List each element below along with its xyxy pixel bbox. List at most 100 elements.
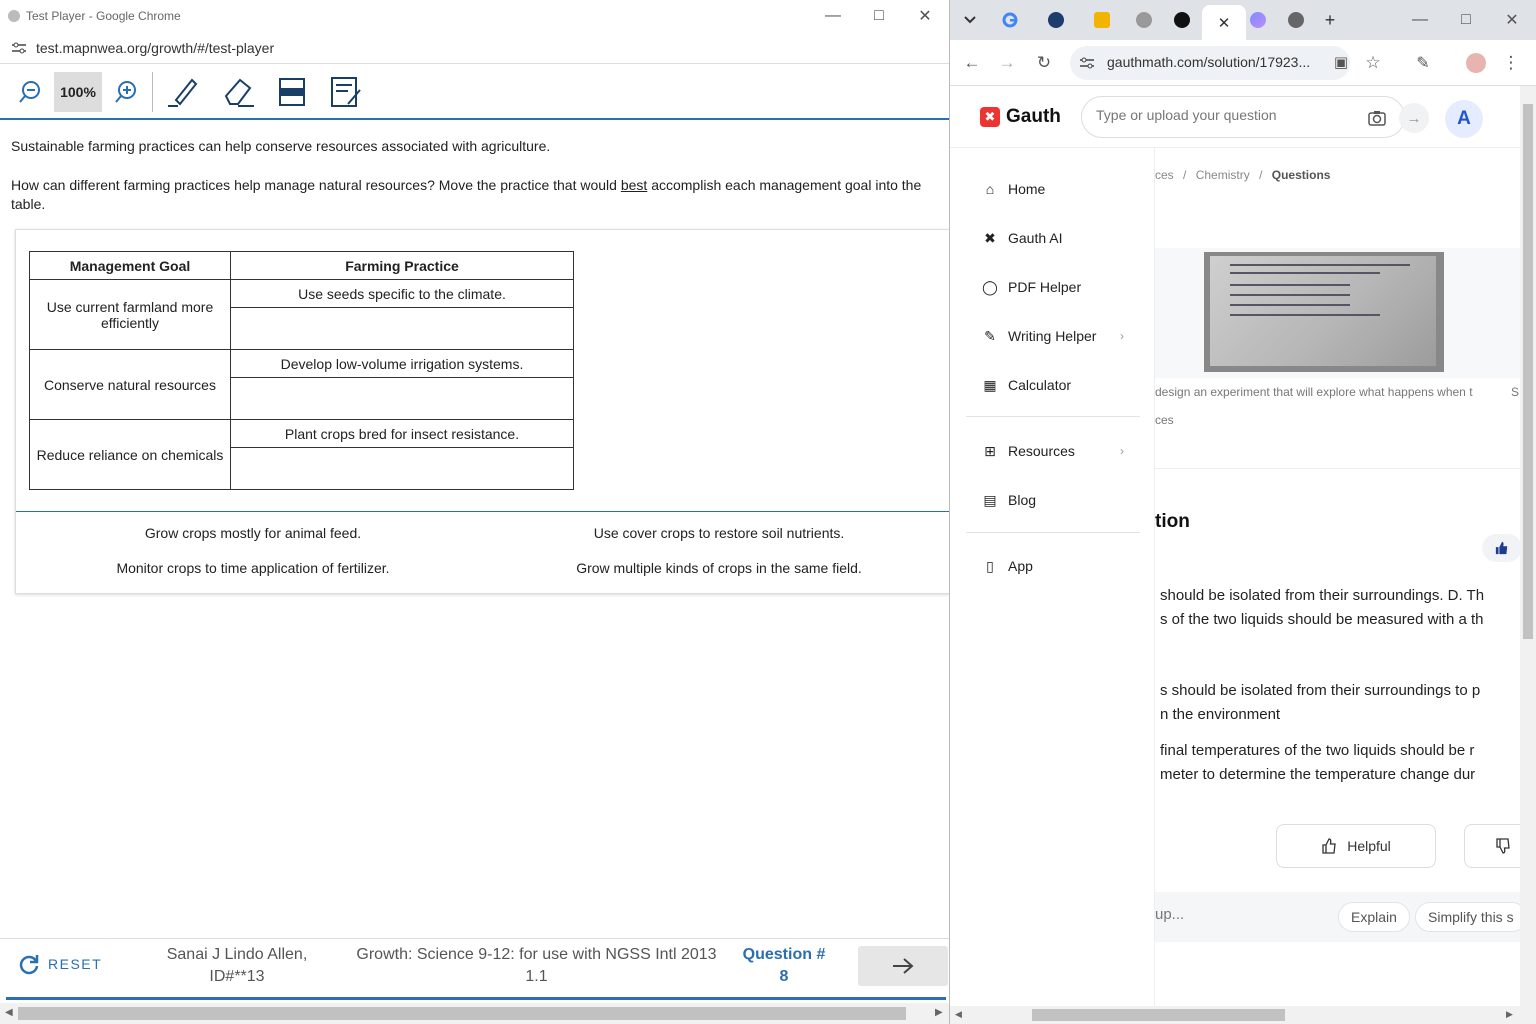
photo-line bbox=[1230, 314, 1380, 316]
question-search[interactable]: → bbox=[1081, 96, 1429, 138]
google-tab-icon[interactable] bbox=[990, 8, 1030, 32]
goal-cell: Use current farmland more efficiently bbox=[29, 279, 231, 350]
extensions-icon[interactable]: ✎ bbox=[1412, 53, 1434, 73]
ai-tab-icon[interactable] bbox=[1162, 8, 1202, 32]
practice-cell[interactable]: Develop low-volume irrigation systems. bbox=[230, 349, 574, 378]
globe-tab-icon[interactable] bbox=[1124, 8, 1164, 32]
practice-cell[interactable]: Plant crops bred for insect resistance. bbox=[230, 419, 574, 448]
notepad-icon[interactable] bbox=[328, 72, 364, 112]
sidebar-item-resources[interactable]: ⊞ Resources › bbox=[982, 442, 1124, 460]
classroom-tab-icon[interactable] bbox=[1082, 8, 1122, 32]
highlighter-icon[interactable] bbox=[164, 72, 202, 112]
search-input[interactable] bbox=[1096, 107, 1336, 123]
breadcrumb-item[interactable]: ces bbox=[1155, 168, 1174, 182]
breadcrumb-item-chemistry[interactable]: Chemistry bbox=[1196, 168, 1250, 182]
gauth-browser-window: ✕ + — □ ✕ ← → ↻ gauthmath.com/solution/1… bbox=[950, 0, 1536, 1024]
horizontal-scrollbar[interactable]: ◀ ▶ bbox=[0, 1003, 949, 1024]
helpful-button[interactable]: Helpful bbox=[1276, 824, 1436, 868]
site-settings-icon[interactable] bbox=[12, 42, 26, 54]
reload-icon[interactable]: ↻ bbox=[1033, 53, 1055, 73]
close-button[interactable]: ✕ bbox=[902, 0, 948, 32]
simplify-chip[interactable]: Simplify this s bbox=[1415, 902, 1520, 932]
forward-icon[interactable]: → bbox=[996, 53, 1018, 73]
url-text: gauthmath.com/solution/17923... bbox=[1107, 54, 1311, 70]
bookmark-star-icon[interactable]: ☆ bbox=[1362, 53, 1384, 73]
url-bar[interactable]: gauthmath.com/solution/17923... bbox=[1070, 46, 1350, 80]
goal-cell: Conserve natural resources bbox=[29, 349, 231, 420]
grid-icon: ⊞ bbox=[984, 442, 996, 459]
minimize-button[interactable]: — bbox=[810, 0, 856, 32]
sidebar-item-calculator[interactable]: ▦ Calculator bbox=[982, 377, 1124, 394]
minimize-button[interactable]: — bbox=[1397, 0, 1443, 40]
header-farming-practice: Farming Practice bbox=[230, 251, 574, 280]
drop-slot[interactable] bbox=[230, 307, 574, 350]
question-photo[interactable] bbox=[1204, 252, 1444, 372]
question-prompt: How can different farming practices help… bbox=[11, 177, 922, 212]
eraser-icon[interactable] bbox=[220, 72, 258, 112]
answer-line: final temperatures of the two liquids sh… bbox=[1160, 742, 1475, 759]
sidebar-item-app[interactable]: ▯ App bbox=[982, 558, 1124, 575]
scroll-right-icon[interactable]: ▶ bbox=[1506, 1009, 1513, 1020]
scroll-left-icon[interactable]: ◀ bbox=[955, 1009, 962, 1020]
refresh-icon bbox=[19, 955, 39, 975]
sidebar-item-pdf-helper[interactable]: ◯ PDF Helper bbox=[982, 279, 1124, 296]
site-settings-icon[interactable] bbox=[1080, 57, 1094, 69]
like-button[interactable] bbox=[1482, 534, 1522, 562]
maximize-button[interactable]: □ bbox=[856, 0, 902, 32]
not-helpful-button[interactable] bbox=[1464, 824, 1520, 868]
next-button[interactable] bbox=[858, 946, 948, 986]
sidebar-item-blog[interactable]: ▤ Blog bbox=[982, 492, 1124, 509]
answer-line: s of the two liquids should be measured … bbox=[1160, 611, 1484, 628]
user-avatar[interactable]: A bbox=[1445, 100, 1483, 138]
thumbs-down-icon bbox=[1496, 838, 1510, 854]
sidebar-item-home[interactable]: ⌂ Home bbox=[982, 181, 1124, 197]
draggable-option[interactable]: Monitor crops to time application of fer… bbox=[116, 560, 389, 576]
photo-line bbox=[1230, 284, 1350, 286]
camera-icon[interactable] bbox=[1368, 110, 1386, 126]
explain-chip[interactable]: Explain bbox=[1338, 902, 1410, 932]
breadcrumb: ces / Chemistry / Questions bbox=[1155, 168, 1330, 182]
maximize-button[interactable]: □ bbox=[1443, 0, 1489, 40]
new-tab-icon[interactable]: + bbox=[1310, 8, 1350, 32]
draggable-option[interactable]: Use cover crops to restore soil nutrient… bbox=[594, 525, 845, 541]
scroll-left-icon[interactable]: ◀ bbox=[5, 1007, 13, 1018]
horizontal-scrollbar[interactable]: ◀ ▶ bbox=[950, 1006, 1536, 1024]
draggable-option[interactable]: Grow crops mostly for animal feed. bbox=[145, 525, 361, 541]
zoom-out-icon[interactable] bbox=[14, 72, 46, 112]
sidebar-item-gauth-ai[interactable]: ✖ Gauth AI bbox=[982, 230, 1124, 247]
address-bar[interactable]: test.mapnwea.org/growth/#/test-player bbox=[0, 32, 949, 64]
practice-cell[interactable]: Use seeds specific to the climate. bbox=[230, 279, 574, 308]
window-title: Test Player - Google Chrome bbox=[26, 9, 181, 23]
back-icon[interactable]: ← bbox=[961, 53, 983, 73]
drop-slot[interactable] bbox=[230, 377, 574, 420]
solution-heading: tion bbox=[1155, 511, 1190, 532]
line-reader-icon[interactable] bbox=[274, 72, 310, 112]
home-icon: ⌂ bbox=[985, 181, 995, 197]
close-button[interactable]: ✕ bbox=[1489, 0, 1535, 40]
chat-bar[interactable]: up... Explain Simplify this s bbox=[1155, 892, 1520, 942]
install-app-icon[interactable]: ▣ bbox=[1330, 53, 1352, 71]
helpful-label: Helpful bbox=[1347, 838, 1391, 854]
scroll-right-icon[interactable]: ▶ bbox=[935, 1007, 943, 1018]
gauth-sidebar: ⌂ Home ✖ Gauth AI ◯ PDF Helper ✎ Writing Hel… bbox=[950, 148, 1155, 1008]
vertical-scrollbar[interactable] bbox=[1520, 86, 1536, 1008]
student-id: ID#**13 bbox=[209, 968, 265, 985]
submit-arrow-icon[interactable]: → bbox=[1399, 103, 1429, 133]
scroll-thumb[interactable] bbox=[18, 1007, 906, 1020]
menu-icon[interactable]: ⋮ bbox=[1500, 53, 1522, 73]
reset-button[interactable]: RESET bbox=[18, 953, 102, 975]
drop-slot[interactable] bbox=[230, 447, 574, 490]
zoom-in-icon[interactable] bbox=[110, 72, 142, 112]
fsa-tab-icon[interactable] bbox=[1036, 8, 1076, 32]
profile-avatar[interactable] bbox=[1466, 53, 1486, 73]
tab-search-icon[interactable] bbox=[950, 8, 990, 32]
chevron-right-icon: › bbox=[1120, 444, 1124, 458]
gauth-logo[interactable]: ✖ Gauth bbox=[980, 106, 1061, 128]
photo-line bbox=[1230, 294, 1350, 296]
browser-navbar: ← → ↻ gauthmath.com/solution/17923... ▣ … bbox=[950, 40, 1536, 86]
scroll-thumb[interactable] bbox=[1032, 1009, 1285, 1021]
vertical-scroll-thumb[interactable] bbox=[1523, 104, 1533, 639]
sidebar-item-writing-helper[interactable]: ✎ Writing Helper › bbox=[982, 328, 1124, 345]
draggable-option[interactable]: Grow multiple kinds of crops in the same… bbox=[576, 560, 862, 576]
extension-tab-icon[interactable] bbox=[1238, 8, 1278, 32]
